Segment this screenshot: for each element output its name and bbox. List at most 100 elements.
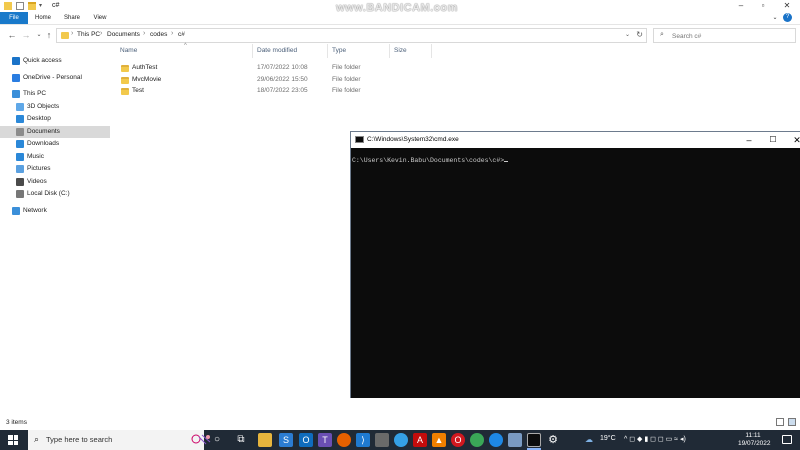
sidebar-item-local-disk-c[interactable]: Local Disk (C:) xyxy=(0,188,110,200)
minimize-icon[interactable]: – xyxy=(730,0,752,12)
teams-icon[interactable]: T xyxy=(318,433,332,447)
help-icon[interactable]: ? xyxy=(783,13,792,22)
firefox-icon[interactable] xyxy=(337,433,351,447)
breadcrumb-this-pc[interactable]: This PC xyxy=(77,31,100,38)
taskbar-search[interactable]: ⌕ Type here to search xyxy=(28,430,211,450)
column-divider[interactable] xyxy=(252,44,253,58)
settings-gear-icon[interactable]: ⚙ xyxy=(546,433,560,447)
search-box[interactable]: ⌕ xyxy=(653,28,796,43)
column-divider[interactable] xyxy=(431,44,432,58)
computer-icon xyxy=(12,90,20,98)
breadcrumb-current[interactable]: c# xyxy=(178,31,185,38)
minimize-icon[interactable]: – xyxy=(738,134,760,146)
forward-arrow-icon[interactable]: → xyxy=(20,29,32,41)
tab-view[interactable]: View xyxy=(90,12,110,24)
system-tray-icons[interactable]: ^ ◻ ◆ ▮ ◻ ◻ ▭ ≈ ◂) xyxy=(624,435,686,443)
star-icon xyxy=(12,57,20,65)
new-folder-icon[interactable] xyxy=(28,2,36,10)
breadcrumb-separator-icon[interactable]: › xyxy=(100,30,102,37)
close-icon[interactable]: ✕ xyxy=(786,134,800,146)
cmd-titlebar[interactable]: C:\Windows\System32\cmd.exe – ☐ ✕ xyxy=(351,132,800,148)
breadcrumb-codes[interactable]: codes xyxy=(150,31,167,38)
ribbon-tabs: File Home Share View ⌄ ? xyxy=(0,12,800,24)
taskbar-clock[interactable]: 11:11 19/07/2022 xyxy=(738,432,771,448)
refresh-icon[interactable]: ↻ xyxy=(636,30,643,39)
column-date-modified[interactable]: Date modified xyxy=(257,47,297,54)
back-arrow-icon[interactable]: ← xyxy=(6,29,18,41)
column-name[interactable]: Name xyxy=(120,47,137,54)
close-icon[interactable]: ✕ xyxy=(776,0,798,12)
file-name: MvcMovie xyxy=(132,75,162,83)
sidebar-item-label: Videos xyxy=(27,178,47,185)
cortana-icon[interactable]: ○ xyxy=(210,433,224,447)
file-type: File folder xyxy=(332,87,361,94)
breadcrumb-documents[interactable]: Documents xyxy=(107,31,140,38)
edge-icon[interactable] xyxy=(489,433,503,447)
file-explorer-icon[interactable] xyxy=(258,433,272,447)
search-icon: ⌕ xyxy=(34,434,40,444)
desktop-icon xyxy=(16,115,24,123)
outlook-icon[interactable]: O xyxy=(299,433,313,447)
sidebar-item-desktop[interactable]: Desktop xyxy=(0,113,110,125)
weather-icon[interactable]: ☁ xyxy=(585,435,593,444)
file-row[interactable]: Test 18/07/2022 23:05 File folder xyxy=(112,86,432,97)
cmd-console[interactable]: C:\Users\Kevin.Babu\Documents\codes\c#> xyxy=(351,148,800,398)
sidebar-item-network[interactable]: Network xyxy=(0,205,110,217)
sidebar-item-this-pc[interactable]: This PC xyxy=(0,88,110,100)
docker-icon[interactable] xyxy=(394,433,408,447)
maximize-icon[interactable]: ☐ xyxy=(762,134,784,146)
app-icon[interactable] xyxy=(508,433,522,447)
breadcrumb-separator-icon[interactable]: › xyxy=(171,30,173,37)
file-row[interactable]: MvcMovie 29/06/2022 15:50 File folder xyxy=(112,75,432,86)
opera-icon[interactable]: O xyxy=(451,433,465,447)
details-view-icon[interactable] xyxy=(776,418,784,426)
file-row[interactable]: AuthTest 17/07/2022 10:08 File folder xyxy=(112,63,432,74)
file-type: File folder xyxy=(332,64,361,71)
skype-icon[interactable]: S xyxy=(279,433,293,447)
chevron-down-icon[interactable]: ▾ xyxy=(39,2,47,10)
tab-share[interactable]: Share xyxy=(60,12,84,24)
column-type[interactable]: Type xyxy=(332,47,346,54)
weather-temperature[interactable]: 19°C xyxy=(600,435,616,442)
sidebar-item-label: Music xyxy=(27,153,44,160)
notifications-icon[interactable] xyxy=(782,435,792,444)
command-prompt-window[interactable]: C:\Windows\System32\cmd.exe – ☐ ✕ C:\Use… xyxy=(350,131,800,398)
breadcrumb-separator-icon[interactable]: › xyxy=(143,30,145,37)
column-divider[interactable] xyxy=(389,44,390,58)
sidebar-item-onedrive-personal[interactable]: OneDrive - Personal xyxy=(0,72,110,84)
sidebar-item-documents[interactable]: Documents xyxy=(0,126,110,138)
chrome-icon[interactable] xyxy=(470,433,484,447)
sidebar-item-music[interactable]: Music xyxy=(0,151,110,163)
sidebar-item-label: Desktop xyxy=(27,115,51,122)
navigation-bar: ← → ⌄ ↑ › This PC › Documents › codes › … xyxy=(0,25,800,45)
sidebar-item-quick-access[interactable]: Quick access xyxy=(0,55,110,67)
address-bar[interactable]: › This PC › Documents › codes › c# ⌄ ↻ xyxy=(56,28,647,43)
properties-icon[interactable] xyxy=(16,2,24,10)
vscode-icon[interactable]: ⟩ xyxy=(356,433,370,447)
chevron-down-icon[interactable]: ⌄ xyxy=(625,31,630,38)
app-icon[interactable] xyxy=(375,433,389,447)
maximize-icon[interactable]: ▫ xyxy=(752,0,774,12)
status-item-count: 3 items xyxy=(6,419,27,426)
windows-start-icon[interactable] xyxy=(8,435,18,445)
column-divider[interactable] xyxy=(327,44,328,58)
sidebar-item-downloads[interactable]: Downloads xyxy=(0,138,110,150)
sidebar-item-3d-objects[interactable]: 3D Objects xyxy=(0,101,110,113)
picture-icon xyxy=(16,165,24,173)
large-icons-view-icon[interactable] xyxy=(788,418,796,426)
sidebar-item-pictures[interactable]: Pictures xyxy=(0,163,110,175)
music-icon xyxy=(16,153,24,161)
command-prompt-icon[interactable] xyxy=(527,433,541,447)
tab-home[interactable]: Home xyxy=(32,12,54,24)
breadcrumb-separator-icon[interactable]: › xyxy=(71,30,73,37)
up-arrow-icon[interactable]: ↑ xyxy=(43,29,55,41)
acrobat-icon[interactable]: A xyxy=(413,433,427,447)
task-view-icon[interactable]: ⧉ xyxy=(234,433,248,447)
tab-file[interactable]: File xyxy=(0,12,28,24)
sort-ascending-icon: ^ xyxy=(184,43,187,49)
folder-icon xyxy=(121,65,129,72)
vlc-icon[interactable]: ▲ xyxy=(432,433,446,447)
sidebar-item-videos[interactable]: Videos xyxy=(0,176,110,188)
column-size[interactable]: Size xyxy=(394,47,407,54)
search-input[interactable] xyxy=(672,31,782,41)
